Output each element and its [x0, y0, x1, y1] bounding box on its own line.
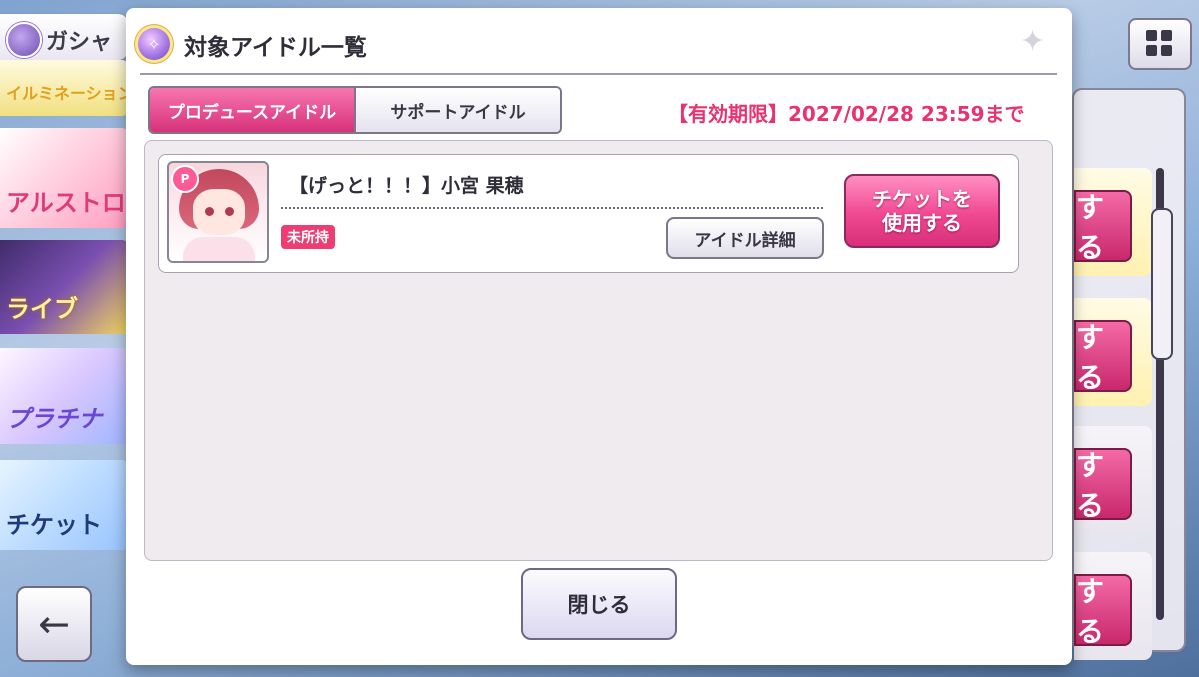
grid-icon — [1146, 30, 1157, 41]
side-item: する — [1074, 298, 1152, 406]
produce-type-icon: P — [171, 165, 199, 193]
gacha-banner-3[interactable]: ライブ — [0, 240, 128, 334]
use-ticket-label-line1: チケットを — [872, 187, 972, 211]
side-item: する — [1074, 168, 1152, 276]
gacha-banner-5[interactable]: チケット — [0, 460, 128, 550]
tab-support-idol[interactable]: サポートアイドル — [356, 88, 560, 132]
ownership-status-badge: 未所持 — [281, 225, 335, 249]
sparkle-icon: ✦ — [1020, 24, 1046, 59]
side-action-button[interactable]: する — [1074, 448, 1132, 522]
use-ticket-label-line2: 使用する — [882, 211, 962, 235]
target-idol-list-modal: ✧ 対象アイドル一覧 ✦ プロデュースアイドル サポートアイドル 【有効期限】2… — [126, 8, 1072, 665]
title-divider — [140, 73, 1057, 75]
use-ticket-button[interactable]: チケットを 使用する — [844, 174, 1000, 248]
gacha-header: ガシャ — [0, 14, 128, 60]
gacha-icon — [6, 22, 42, 58]
back-button[interactable]: ← — [16, 586, 92, 662]
gacha-ticket-icon: ✧ — [138, 28, 170, 60]
gacha-banner-4[interactable]: プラチナ — [0, 348, 128, 444]
back-arrow-icon: ← — [38, 602, 70, 646]
close-button[interactable]: 閉じる — [521, 568, 677, 640]
gacha-banner-1[interactable]: イルミネーション — [0, 60, 128, 116]
tab-produce-idol[interactable]: プロデュースアイドル — [150, 88, 356, 132]
menu-grid-button[interactable] — [1128, 18, 1192, 70]
side-action-button[interactable]: する — [1074, 320, 1132, 394]
side-item: する — [1074, 552, 1152, 660]
idol-type-tabs: プロデュースアイドル サポートアイドル — [148, 86, 562, 134]
idol-name: 【げっと！！！】小宮 果穂 — [289, 175, 524, 197]
idol-detail-button[interactable]: アイドル詳細 — [666, 217, 824, 259]
side-item: する — [1074, 426, 1152, 534]
dotted-divider — [281, 207, 823, 209]
modal-title: 対象アイドル一覧 — [184, 35, 367, 61]
idol-list-item: P 【げっと！！！】小宮 果穂 未所持 アイドル詳細 チケットを 使用する — [158, 154, 1019, 273]
gacha-banner-2[interactable]: アルストロメリア — [0, 128, 128, 228]
expiry-date: 【有効期限】2027/02/28 23:59まで — [668, 102, 1025, 126]
side-action-button[interactable]: する — [1074, 574, 1132, 648]
idol-list[interactable]: P 【げっと！！！】小宮 果穂 未所持 アイドル詳細 チケットを 使用する — [144, 140, 1053, 561]
right-side-panel: する する する する — [1072, 88, 1186, 660]
scrollbar-thumb[interactable] — [1151, 208, 1173, 360]
idol-thumbnail[interactable]: P — [167, 161, 269, 263]
gacha-title: ガシャ — [46, 30, 113, 55]
side-action-button[interactable]: する — [1074, 190, 1132, 264]
